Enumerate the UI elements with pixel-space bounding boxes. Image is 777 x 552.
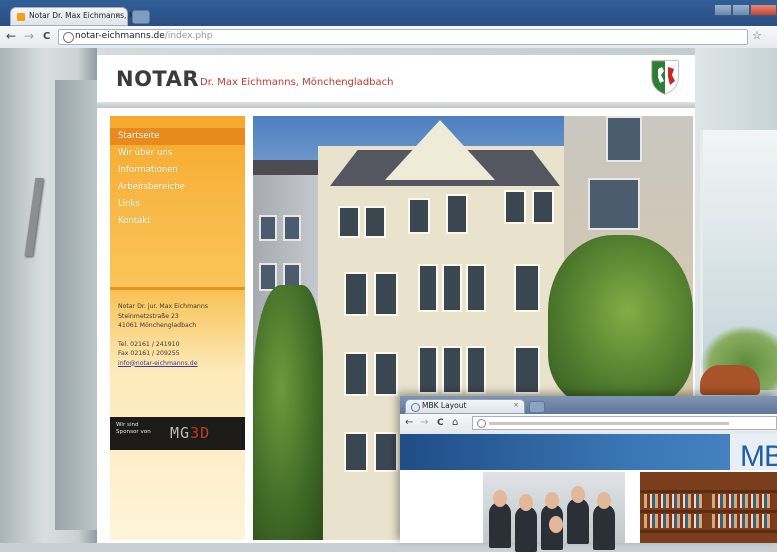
overlay-site-banner — [400, 434, 777, 470]
close-window-button[interactable] — [750, 4, 777, 16]
address-bar[interactable]: notar-eichmanns.de/index.php — [58, 29, 748, 45]
maximize-button[interactable] — [732, 4, 750, 16]
overlay-home-button[interactable]: ⌂ — [452, 417, 458, 428]
browser-toolbar: ← → C notar-eichmanns.de/index.php — [0, 26, 777, 49]
sponsor-logo: MG3D — [170, 424, 211, 442]
background-chair — [700, 365, 760, 395]
new-tab-button[interactable] — [132, 10, 150, 24]
minimize-button[interactable] — [714, 4, 732, 16]
overlay-tab-title: MBK Layout — [422, 401, 467, 410]
contact-city: 41061 Mönchengladbach — [118, 322, 197, 329]
contact-fax: Fax 02161 / 209255 — [118, 350, 180, 357]
tab-close-icon[interactable]: × — [115, 11, 121, 20]
back-button[interactable]: ← — [6, 29, 16, 43]
reload-button[interactable]: C — [43, 31, 50, 42]
photo-tree-left — [253, 285, 323, 540]
overlay-back-button[interactable]: ← — [405, 417, 413, 428]
nav-item-kontakt[interactable]: Kontakt — [110, 213, 245, 230]
header-divider — [97, 102, 695, 108]
bookmark-star-icon[interactable]: ☆ — [752, 29, 762, 42]
forward-button[interactable]: → — [24, 29, 34, 43]
menu-divider — [110, 287, 245, 290]
overlay-tab-close-icon[interactable]: × — [513, 401, 519, 409]
overlay-bookshelf-photo — [640, 472, 777, 543]
nav-item-startseite[interactable]: Startseite — [110, 128, 245, 145]
overlay-team-photo — [483, 472, 625, 552]
overlay-address-bar[interactable] — [472, 416, 777, 430]
nav-item-informationen[interactable]: Informationen — [110, 162, 245, 179]
sponsor-label-2: Sponsor von — [116, 429, 151, 435]
contact-phone: Tel. 02161 / 241910 — [118, 340, 180, 348]
browser-tab[interactable]: Notar Dr. Max Eichmanns, M × — [10, 7, 135, 26]
overlay-reload-button[interactable]: C — [437, 418, 444, 428]
url-host: notar-eichmanns.de — [75, 31, 165, 41]
overlay-site-logo[interactable]: MB — [740, 440, 777, 474]
background-door — [55, 80, 97, 530]
page-info-icon — [63, 32, 74, 43]
overlay-forward-button[interactable]: → — [420, 417, 428, 428]
sponsor-banner[interactable]: Wir sind Sponsor von MG3D — [110, 417, 245, 450]
site-brand-subtitle: Dr. Max Eichmanns, Mönchengladbach — [200, 77, 394, 88]
main-navigation: Startseite Wir über uns Informationen Ar… — [110, 128, 245, 230]
overlay-tab[interactable]: MBK Layout × — [405, 399, 525, 414]
contact-street: Steinmetzstraße 23 — [118, 312, 179, 320]
nav-item-arbeitsbereiche[interactable]: Arbeitsbereiche — [110, 179, 245, 196]
nav-item-links[interactable]: Links — [110, 196, 245, 213]
contact-block: Notar Dr. jur. Max Eichmanns Steinmetzst… — [118, 302, 208, 368]
nav-item-wir-ueber-uns[interactable]: Wir über uns — [110, 145, 245, 162]
overlay-page-icon — [477, 419, 486, 428]
contact-name: Notar Dr. jur. Max Eichmanns — [118, 303, 208, 310]
site-brand[interactable]: NOTAR — [116, 67, 199, 91]
url-path: /index.php — [164, 31, 213, 41]
coat-of-arms-icon — [651, 60, 679, 95]
sponsor-label-1: Wir sind — [116, 422, 139, 428]
overlay-favicon-icon — [411, 403, 420, 412]
photo-tree-right — [548, 235, 693, 405]
favicon-icon — [17, 13, 25, 21]
overlay-new-tab-button[interactable] — [529, 401, 545, 413]
contact-email-link[interactable]: info@notar-eichmanns.de — [118, 359, 208, 369]
